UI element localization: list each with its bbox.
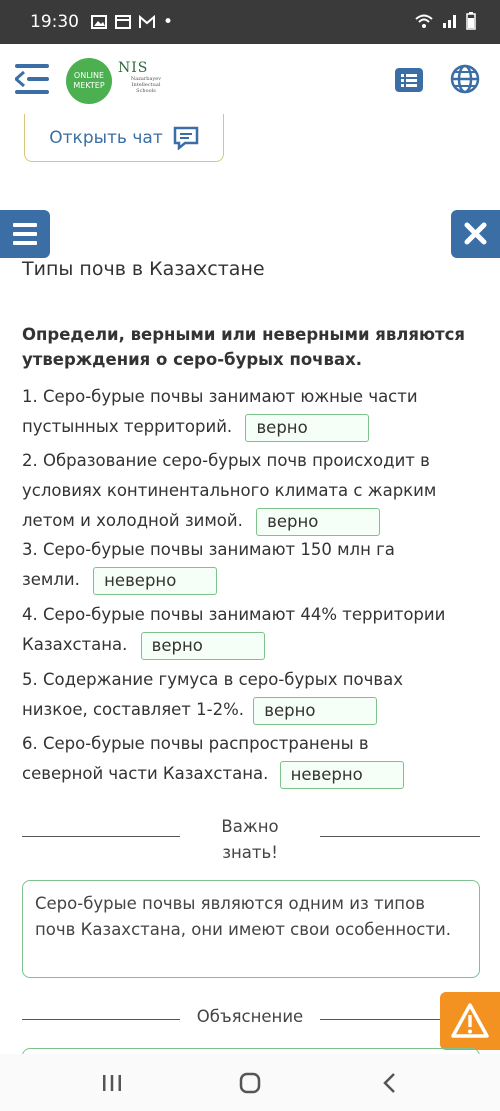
info-box: Серо-бурые почвы являются одним из типов… — [22, 880, 480, 978]
nis-subtext: Nazarbayev Intellectual Schools — [130, 76, 162, 94]
statement-3: 3. Серо-бурые почвы занимают 150 млн га … — [22, 535, 482, 595]
statement-text: пустынных территорий. — [22, 417, 233, 436]
statement-text: 2. Образование серо-бурых почв происходи… — [22, 451, 430, 470]
statement-text: 6. Серо-бурые почвы распространены в — [22, 734, 369, 753]
gmail-icon — [139, 15, 155, 28]
app-header: ONLINE MEKTEP NIS Nazarbayev Intellectua… — [0, 44, 500, 116]
answer-select[interactable]: верно — [245, 413, 370, 442]
statement-text: условиях континентального климата с жарк… — [22, 481, 437, 500]
statement-text: 4. Серо-бурые почвы занимают 44% террито… — [22, 605, 446, 624]
home-icon[interactable] — [230, 1068, 270, 1098]
statement-1: 1. Серо-бурые почвы занимают южные части… — [22, 382, 482, 442]
answer-select[interactable]: верно — [253, 696, 378, 725]
divider — [320, 836, 480, 837]
important-line-2: знать! — [222, 843, 278, 862]
chat-icon — [173, 126, 198, 150]
statement-text: 3. Серо-бурые почвы занимают 150 млн га — [22, 540, 395, 559]
statement-text: низкое, составляет 1-2%. — [22, 700, 245, 719]
nis-logo: NIS Nazarbayev Intellectual Schools — [118, 60, 178, 104]
logo-line-2: MEKTEP — [73, 81, 105, 90]
logo-line-1: ONLINE — [73, 71, 105, 80]
important-line-1: Важно — [221, 817, 279, 836]
nis-text: NIS — [118, 60, 149, 76]
statement-text: Казахстана. — [22, 635, 128, 654]
close-icon — [464, 222, 487, 245]
battery-icon — [466, 12, 476, 30]
answer-select[interactable]: неверно — [93, 566, 218, 595]
status-bar: 19:30 • — [0, 0, 500, 44]
globe-icon[interactable] — [450, 64, 480, 94]
calendar-icon — [115, 15, 131, 29]
page-title: Типы почв в Казахстане — [22, 258, 265, 280]
answer-select[interactable]: неверно — [279, 760, 404, 789]
back-icon[interactable] — [370, 1068, 410, 1098]
list-icon[interactable] — [395, 68, 423, 92]
divider — [22, 1019, 180, 1020]
statement-text: северной части Казахстана. — [22, 764, 269, 783]
statement-6: 6. Серо-бурые почвы распространены в сев… — [22, 729, 482, 789]
statement-text: земли. — [22, 570, 80, 589]
menu-icon — [13, 223, 37, 245]
question-text: Определи, верными или неверными являются… — [22, 325, 465, 369]
warning-icon — [451, 1003, 489, 1038]
answer-select[interactable]: верно — [256, 507, 381, 536]
clock: 19:30 — [30, 12, 79, 32]
statement-4: 4. Серо-бурые почвы занимают 44% террито… — [22, 600, 482, 660]
online-mektep-logo[interactable]: ONLINE MEKTEP — [66, 58, 112, 104]
recent-apps-icon[interactable] — [92, 1068, 132, 1098]
report-button[interactable] — [440, 992, 500, 1050]
divider — [22, 836, 180, 837]
system-nav-bar — [0, 1054, 500, 1111]
signal-icon — [443, 15, 456, 28]
open-chat-button[interactable]: Открыть чат — [24, 114, 224, 162]
explanation-heading: Объяснение — [196, 1007, 304, 1026]
close-button[interactable] — [451, 210, 500, 258]
statement-text: 1. Серо-бурые почвы занимают южные части — [22, 387, 418, 406]
wifi-icon — [415, 14, 433, 28]
notification-dot: • — [163, 12, 174, 32]
answer-select[interactable]: верно — [140, 631, 265, 660]
statement-2: 2. Образование серо-бурых почв происходи… — [22, 446, 482, 536]
important-heading: Важно знать! — [200, 814, 300, 866]
open-chat-label: Открыть чат — [49, 127, 163, 148]
lesson-menu-button[interactable] — [0, 210, 50, 258]
statement-text: летом и холодной зимой. — [22, 511, 243, 530]
gallery-icon — [91, 15, 107, 29]
info-text: Серо-бурые почвы являются одним из типов… — [35, 894, 451, 939]
menu-toggle-icon[interactable] — [15, 64, 49, 94]
statement-text: 5. Содержание гумуса в серо-бурых почвах — [22, 670, 403, 689]
statement-5: 5. Содержание гумуса в серо-бурых почвах… — [22, 665, 482, 725]
divider — [320, 1019, 440, 1020]
